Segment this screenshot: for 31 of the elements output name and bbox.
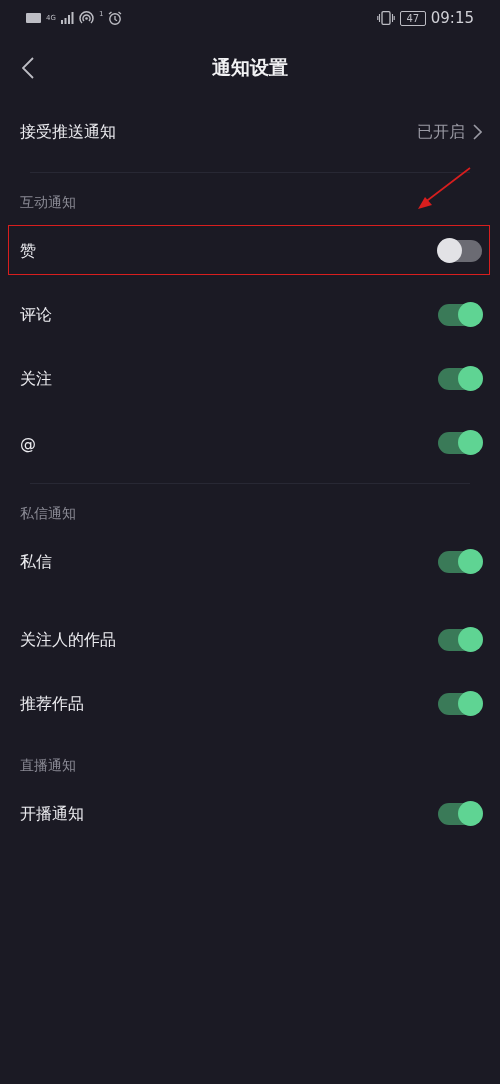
vibrate-icon (376, 11, 395, 25)
back-icon (22, 57, 34, 79)
signal-icon (60, 12, 74, 24)
toggle-switch[interactable] (438, 693, 482, 715)
chevron-right-icon (473, 124, 482, 140)
toggle-switch[interactable] (438, 368, 482, 390)
row-label: 关注 (20, 368, 52, 390)
battery-level: 47 (399, 10, 426, 26)
toggle-switch[interactable] (438, 551, 482, 573)
toggle-switch[interactable] (438, 432, 482, 454)
row-label: 赞 (20, 240, 36, 262)
row-label: 私信 (20, 551, 52, 573)
settings-row[interactable]: 接受推送通知 已开启 (0, 100, 500, 164)
row-label: 开播通知 (20, 803, 84, 825)
hotspot-icon (78, 11, 94, 25)
toggle-switch[interactable] (438, 304, 482, 326)
page-title: 通知设置 (212, 55, 288, 80)
section-label: 直播通知 (19, 756, 77, 775)
section-label: 私信通知 (19, 504, 77, 523)
toggle-switch[interactable] (438, 629, 482, 651)
toggle-switch[interactable] (438, 240, 482, 262)
row-label: 关注人的作品 (20, 629, 116, 651)
clock-time: 09:15 (430, 10, 474, 26)
row-label: 接受推送通知 (20, 121, 116, 143)
alarm-icon (108, 11, 123, 25)
row-label: @ (20, 433, 36, 453)
row-label: 推荐作品 (20, 693, 84, 715)
toggle-switch[interactable] (438, 803, 482, 825)
row-label: 评论 (20, 304, 52, 326)
section-label: 互动通知 (19, 193, 77, 212)
row-value: 已开启 (417, 121, 465, 143)
